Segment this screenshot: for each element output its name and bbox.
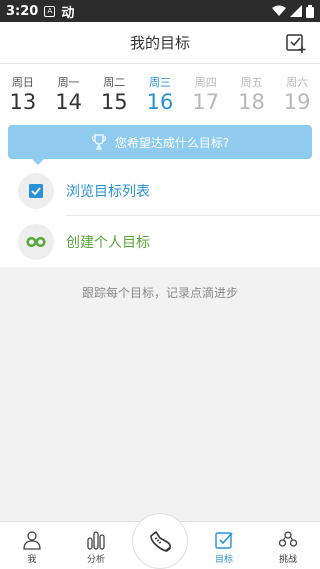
tab-label: 我 <box>27 555 37 565</box>
day-mon[interactable]: 周一 14 <box>46 64 92 119</box>
trophy-icon <box>91 134 106 150</box>
day-number: 19 <box>283 90 311 114</box>
day-number: 18 <box>238 90 265 114</box>
day-wed[interactable]: 周三 16 <box>137 64 183 119</box>
create-goal-label: 创建个人目标 <box>66 234 150 251</box>
prompt-text: 您希望达成什么目标? <box>114 135 230 150</box>
status-bar: 3:20 A 动 <box>0 0 320 22</box>
start-workout-button[interactable] <box>132 513 188 569</box>
bar-chart-icon <box>87 531 105 550</box>
day-sun[interactable]: 周日 13 <box>0 64 46 119</box>
day-number: 13 <box>9 90 37 114</box>
browse-icon-circle <box>18 172 54 209</box>
day-tue[interactable]: 周二 15 <box>91 64 137 119</box>
signal-icon <box>290 5 302 17</box>
tab-label: 挑战 <box>278 555 297 565</box>
day-number: 17 <box>192 90 220 114</box>
day-name: 周五 <box>240 76 263 89</box>
day-name: 周日 <box>11 76 34 89</box>
browse-goals-label: 浏览目标列表 <box>66 183 150 200</box>
goal-actions: 浏览目标列表 创建个人目标 <box>0 165 320 267</box>
week-strip: 周日 13 周一 14 周二 15 周三 16 周四 17 周五 18 周六 19 <box>0 64 320 119</box>
app-notification-glyph: 动 <box>61 5 75 21</box>
checkbox-icon <box>29 183 43 198</box>
tab-challenge[interactable]: 挑战 <box>256 522 320 569</box>
day-thu[interactable]: 周四 17 <box>183 64 229 119</box>
tab-me[interactable]: 我 <box>0 522 64 569</box>
goal-prompt-banner[interactable]: 您希望达成什么目标? <box>8 125 312 165</box>
create-goal-row[interactable]: 创建个人目标 <box>0 216 320 267</box>
header: 我的目标 <box>0 22 320 64</box>
day-name: 周四 <box>194 76 217 89</box>
tab-analysis[interactable]: 分析 <box>64 522 128 569</box>
tab-goals[interactable]: 目标 <box>192 522 256 569</box>
tab-label: 分析 <box>86 555 105 565</box>
day-name: 周一 <box>57 76 80 89</box>
wifi-icon <box>272 5 286 16</box>
add-goal-icon[interactable] <box>284 32 306 54</box>
day-name: 周六 <box>286 76 309 89</box>
tab-label: 目标 <box>214 555 233 565</box>
day-fri[interactable]: 周五 18 <box>229 64 275 119</box>
day-number: 16 <box>146 90 174 114</box>
goal-check-icon <box>215 532 233 549</box>
day-number: 14 <box>55 90 82 114</box>
create-icon-circle <box>18 223 54 260</box>
shoe-icon <box>150 531 171 552</box>
infinity-icon <box>26 236 46 247</box>
page-title: 我的目标 <box>129 34 190 52</box>
empty-hint: 跟踪每个目标，记录点滴进步 <box>81 286 238 300</box>
day-number: 15 <box>100 90 128 114</box>
day-name: 周二 <box>103 76 126 89</box>
person-icon <box>23 531 41 550</box>
day-name: 周三 <box>149 76 172 89</box>
browse-goals-row[interactable]: 浏览目标列表 <box>0 165 320 216</box>
battery-icon <box>306 4 314 18</box>
day-sat[interactable]: 周六 19 <box>274 64 320 119</box>
notification-a-icon: A <box>44 5 56 17</box>
status-time: 3:20 <box>6 3 39 19</box>
challenge-people-icon <box>278 531 298 547</box>
